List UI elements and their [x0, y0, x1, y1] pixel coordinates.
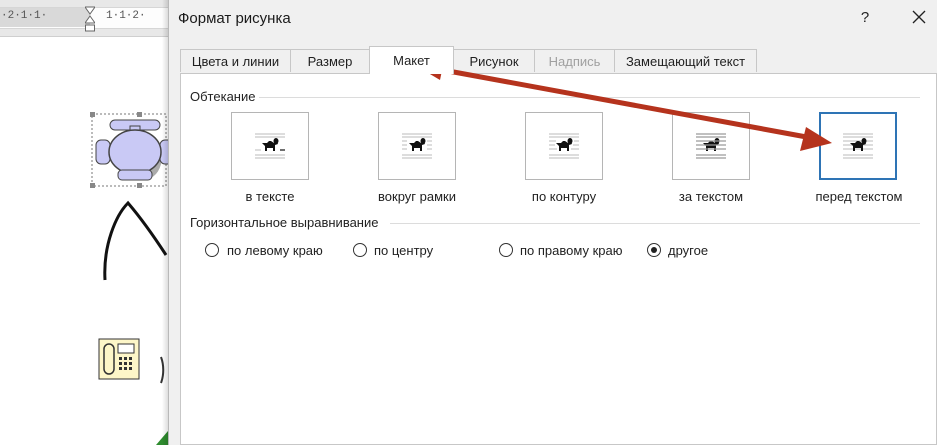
align-left-radio[interactable] — [205, 243, 219, 257]
wrap-tight-option[interactable] — [525, 112, 603, 180]
tab-text-box[interactable]: Надпись — [534, 49, 615, 72]
tab-size[interactable]: Размер — [290, 49, 370, 72]
wrap-in-front-option[interactable] — [819, 112, 897, 180]
align-center-label[interactable]: по центру — [374, 243, 433, 258]
document-background: ·2·1·1· 1·1·2· — [0, 0, 168, 445]
dialog-title: Формат рисунка — [178, 10, 291, 27]
horizontal-ruler[interactable]: ·2·1·1· 1·1·2· — [0, 0, 168, 37]
wrapping-group-line — [256, 97, 920, 98]
indent-marker-icon[interactable] — [85, 6, 95, 32]
in-front-dog-icon — [843, 133, 873, 159]
alignment-group-label: Горизонтальное выравнивание — [190, 215, 383, 230]
tab-colors-and-lines[interactable]: Цвета и линии — [180, 49, 291, 72]
wrap-behind-caption[interactable]: за текстом — [668, 189, 754, 204]
wrap-in-front-caption[interactable]: перед текстом — [810, 189, 908, 204]
curve-line-icon[interactable] — [98, 195, 168, 285]
close-icon[interactable] — [909, 6, 929, 28]
wrap-tight-caption[interactable]: по контуру — [525, 189, 603, 204]
tab-picture[interactable]: Рисунок — [453, 49, 535, 72]
align-center-radio[interactable] — [353, 243, 367, 257]
wrap-square-caption[interactable]: вокруг рамки — [373, 189, 461, 204]
align-other-radio[interactable] — [647, 243, 661, 257]
wrap-square-option[interactable] — [378, 112, 456, 180]
tab-alt-text[interactable]: Замещающий текст — [614, 49, 757, 72]
alignment-group-line — [390, 223, 920, 224]
align-left-label[interactable]: по левому краю — [227, 243, 323, 258]
tab-layout[interactable]: Макет — [369, 46, 454, 74]
wrap-inline-caption[interactable]: в тексте — [231, 189, 309, 204]
help-button[interactable]: ? — [855, 8, 875, 28]
wrap-inline-option[interactable] — [231, 112, 309, 180]
square-wrap-dog-icon — [402, 133, 432, 159]
align-right-radio[interactable] — [499, 243, 513, 257]
inline-dog-icon — [255, 133, 285, 159]
ruler-numbers-right: 1·1·2· — [106, 10, 146, 22]
wrapping-group-label: Обтекание — [190, 89, 260, 104]
ruler-numbers-left: ·2·1·1· — [1, 10, 48, 22]
align-right-label[interactable]: по правому краю — [520, 243, 622, 258]
telephone-icon[interactable] — [98, 338, 140, 380]
tight-wrap-dog-icon — [549, 133, 579, 159]
behind-text-dog-icon — [696, 133, 726, 159]
wrap-behind-option[interactable] — [672, 112, 750, 180]
valve-clipart-icon[interactable] — [90, 112, 168, 190]
align-other-label[interactable]: другое — [668, 243, 708, 258]
